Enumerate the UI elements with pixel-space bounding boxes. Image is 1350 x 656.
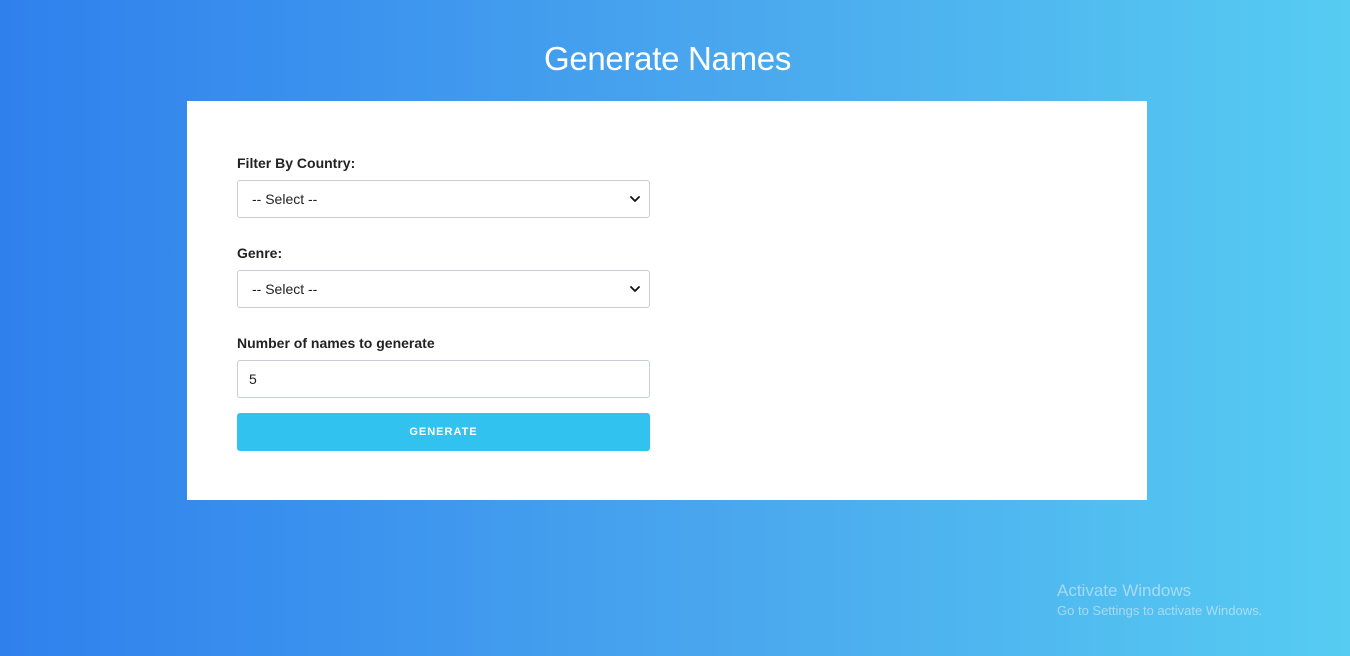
genre-label: Genre: — [237, 245, 283, 261]
count-input-value: 5 — [249, 371, 257, 387]
activate-windows-watermark: Activate Windows Go to Settings to activ… — [1057, 580, 1262, 620]
form-card: Filter By Country: -- Select -- Genre: -… — [187, 101, 1147, 500]
genre-select[interactable]: -- Select -- — [237, 270, 650, 308]
watermark-subtitle: Go to Settings to activate Windows. — [1057, 603, 1263, 618]
chevron-down-icon — [629, 193, 641, 205]
count-input[interactable]: 5 — [237, 360, 650, 398]
country-select[interactable]: -- Select -- — [237, 180, 650, 218]
watermark-title: Activate Windows — [1057, 581, 1192, 600]
country-select-value: -- Select -- — [252, 191, 318, 207]
page-title: Generate Names — [543, 40, 792, 77]
country-label: Filter By Country: — [237, 155, 356, 171]
generate-button[interactable]: GENERATE — [237, 413, 650, 451]
genre-select-value: -- Select -- — [252, 281, 318, 297]
count-label: Number of names to generate — [237, 335, 435, 351]
generate-form: Filter By Country: -- Select -- Genre: -… — [237, 155, 650, 451]
chevron-down-icon — [629, 283, 641, 295]
